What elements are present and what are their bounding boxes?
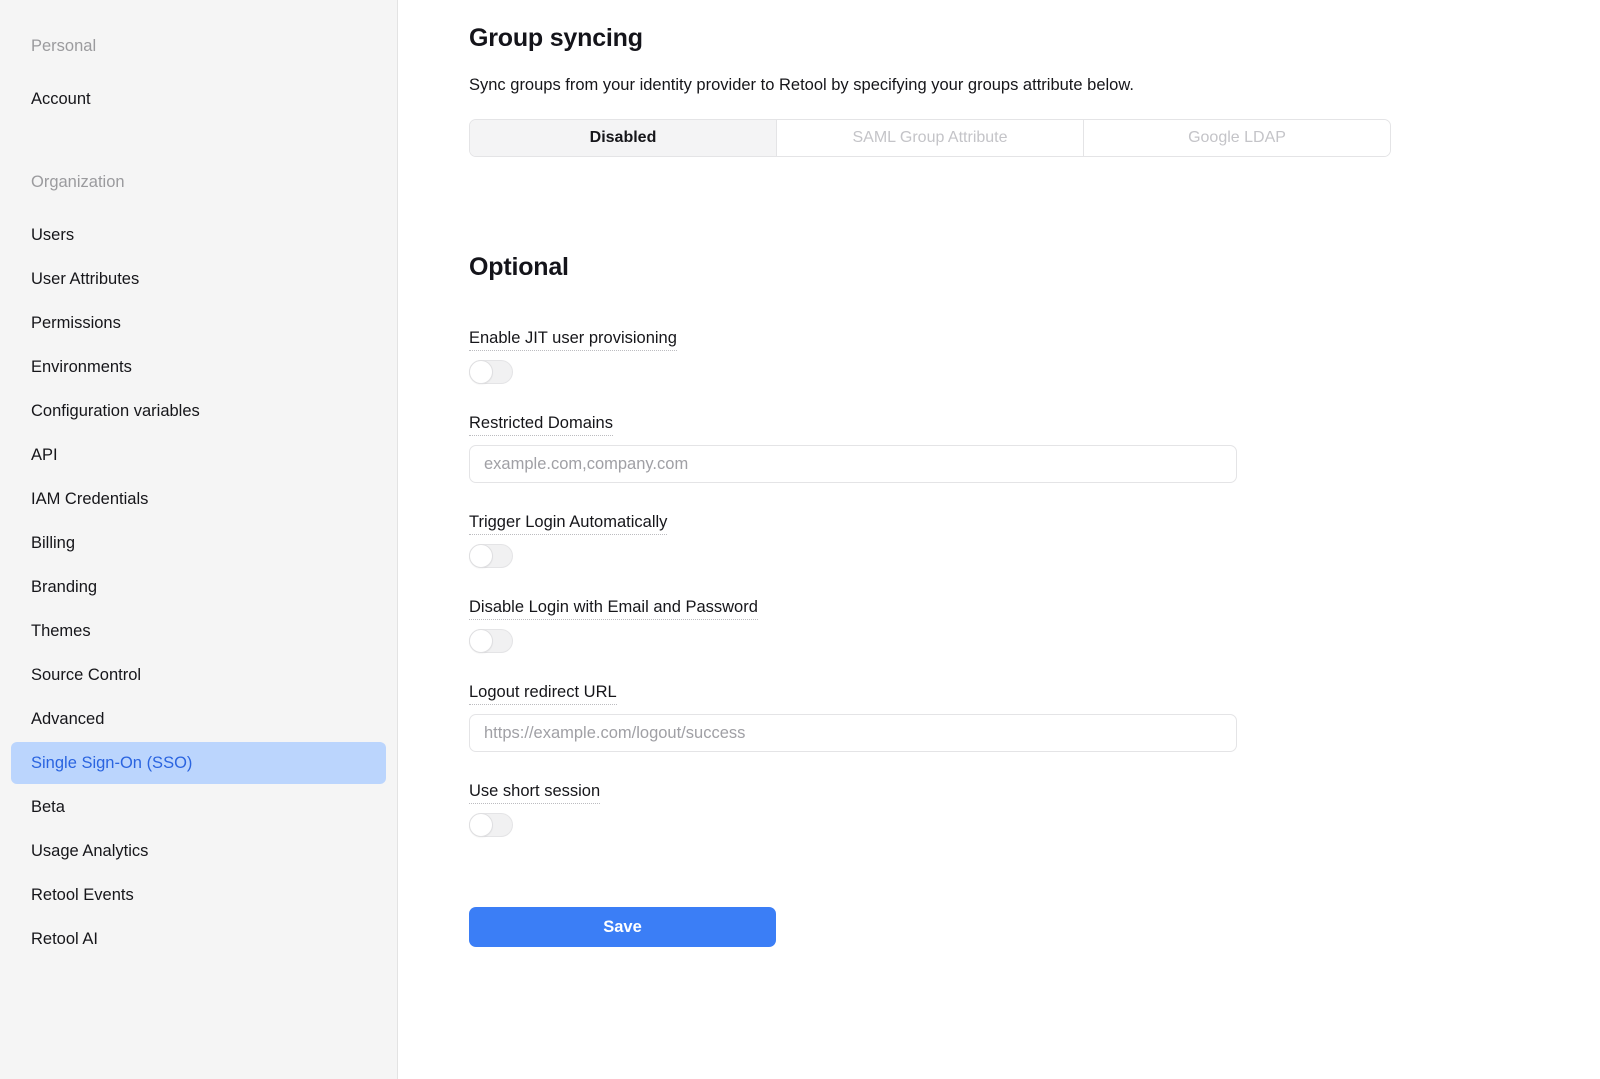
toggle-knob-icon: [469, 629, 493, 653]
field-enable-jit-user-provisioning: Enable JIT user provisioning: [469, 328, 1600, 384]
field-label: Use short session: [469, 781, 601, 804]
sidebar-item-label: Single Sign-On (SSO): [31, 754, 193, 772]
sidebar-item-source-control[interactable]: Source Control: [11, 654, 386, 696]
sidebar-item-iam-credentials[interactable]: IAM Credentials: [11, 478, 386, 520]
group-syncing-mode-segmented-control[interactable]: Disabled SAML Group Attribute Google LDA…: [469, 119, 1391, 157]
settings-content: Group syncing Sync groups from your iden…: [398, 0, 1600, 1079]
field-label: Logout redirect URL: [469, 682, 617, 705]
sidebar-item-configuration-variables[interactable]: Configuration variables: [11, 390, 386, 432]
sidebar-item-label: Account: [31, 90, 91, 108]
sidebar-item-billing[interactable]: Billing: [11, 522, 386, 564]
sidebar-item-environments[interactable]: Environments: [11, 346, 386, 388]
field-label: Disable Login with Email and Password: [469, 597, 758, 620]
logout-redirect-url-input[interactable]: [469, 714, 1237, 752]
settings-page: Personal Account Organization Users User…: [0, 0, 1600, 1079]
toggle-knob-icon: [469, 360, 493, 384]
sidebar-item-branding[interactable]: Branding: [11, 566, 386, 608]
group-syncing-description: Sync groups from your identity provider …: [469, 76, 1134, 94]
optional-section-title: Optional: [469, 253, 569, 281]
sidebar-item-label: Usage Analytics: [31, 842, 149, 860]
sidebar-item-label: Branding: [31, 578, 98, 596]
sidebar-item-single-sign-on[interactable]: Single Sign-On (SSO): [11, 742, 386, 784]
toggle-knob-icon: [469, 813, 493, 837]
settings-sidebar: Personal Account Organization Users User…: [0, 0, 398, 1079]
field-trigger-login-automatically: Trigger Login Automatically: [469, 512, 1600, 568]
sidebar-item-users[interactable]: Users: [11, 214, 386, 256]
toggle-trigger-login-automatically[interactable]: [469, 544, 513, 568]
sidebar-item-label: Source Control: [31, 666, 142, 684]
sidebar-item-permissions[interactable]: Permissions: [11, 302, 386, 344]
sidebar-item-label: Beta: [31, 798, 65, 816]
segment-label: Google LDAP: [1188, 129, 1286, 146]
restricted-domains-input[interactable]: [469, 445, 1237, 483]
sidebar-item-api[interactable]: API: [11, 434, 386, 476]
segment-label: Disabled: [589, 129, 657, 146]
segment-google-ldap[interactable]: Google LDAP: [1084, 120, 1390, 156]
field-label: Restricted Domains: [469, 413, 613, 436]
sidebar-section-label-personal: Personal: [31, 37, 97, 55]
toggle-knob-icon: [469, 544, 493, 568]
sidebar-item-label: Themes: [31, 622, 91, 640]
field-label: Enable JIT user provisioning: [469, 328, 677, 351]
field-restricted-domains: Restricted Domains: [469, 413, 1600, 483]
sidebar-item-label: API: [31, 446, 58, 464]
sidebar-item-retool-ai[interactable]: Retool AI: [11, 918, 386, 960]
page-title: Group syncing: [469, 24, 643, 52]
sidebar-item-label: Retool Events: [31, 886, 134, 904]
sidebar-item-label: Permissions: [31, 314, 121, 332]
sidebar-item-account[interactable]: Account: [11, 78, 386, 120]
sidebar-item-label: Users: [31, 226, 75, 244]
field-use-short-session: Use short session: [469, 781, 1600, 837]
toggle-use-short-session[interactable]: [469, 813, 513, 837]
sidebar-item-label: User Attributes: [31, 270, 140, 288]
toggle-enable-jit-user-provisioning[interactable]: [469, 360, 513, 384]
sidebar-item-retool-events[interactable]: Retool Events: [11, 874, 386, 916]
sidebar-item-label: Configuration variables: [31, 402, 200, 420]
sidebar-item-label: Retool AI: [31, 930, 98, 948]
field-disable-login-with-email-and-password: Disable Login with Email and Password: [469, 597, 1600, 653]
sidebar-item-label: IAM Credentials: [31, 490, 149, 508]
sidebar-item-advanced[interactable]: Advanced: [11, 698, 386, 740]
segment-saml-group-attribute[interactable]: SAML Group Attribute: [777, 120, 1084, 156]
sidebar-item-themes[interactable]: Themes: [11, 610, 386, 652]
field-label: Trigger Login Automatically: [469, 512, 668, 535]
toggle-disable-login-with-email-and-password[interactable]: [469, 629, 513, 653]
segment-label: SAML Group Attribute: [852, 129, 1008, 146]
sidebar-item-label: Environments: [31, 358, 132, 376]
sidebar-section-label-organization: Organization: [31, 173, 125, 191]
sidebar-item-user-attributes[interactable]: User Attributes: [11, 258, 386, 300]
segment-disabled[interactable]: Disabled: [470, 120, 777, 156]
sidebar-item-beta[interactable]: Beta: [11, 786, 386, 828]
sidebar-group-personal: Personal Account: [0, 36, 397, 120]
sidebar-item-usage-analytics[interactable]: Usage Analytics: [11, 830, 386, 872]
sidebar-group-organization: Organization Users User Attributes Permi…: [0, 172, 397, 960]
save-button[interactable]: Save: [469, 907, 776, 947]
sidebar-item-label: Billing: [31, 534, 76, 552]
sidebar-item-label: Advanced: [31, 710, 105, 728]
field-logout-redirect-url: Logout redirect URL: [469, 682, 1600, 752]
